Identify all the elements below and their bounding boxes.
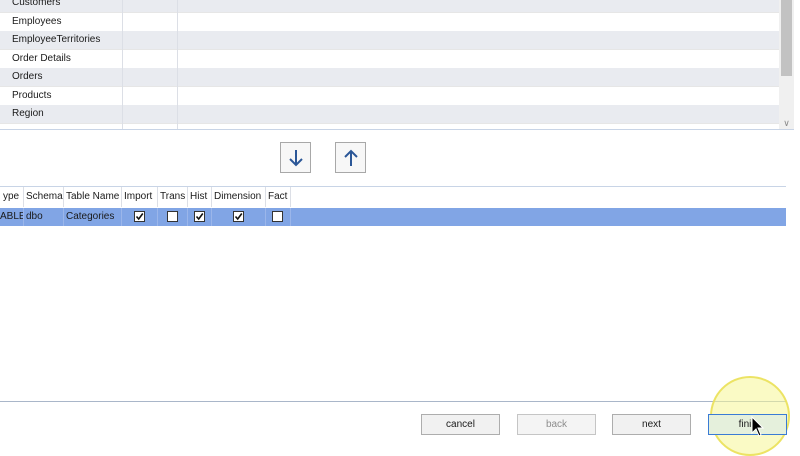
fact-checkbox[interactable]	[272, 211, 283, 222]
hist-checkbox[interactable]	[194, 211, 205, 222]
list-item[interactable]: Region	[0, 105, 779, 124]
cell-dimension	[212, 208, 266, 226]
list-item[interactable]	[0, 124, 779, 129]
cell-schema: dbo	[24, 208, 64, 226]
column-header-import[interactable]: Import	[122, 187, 158, 207]
import-checkbox[interactable]	[134, 211, 145, 222]
table-name: Region	[12, 108, 44, 119]
cell-type: ABLE	[0, 208, 24, 226]
cell-trans	[158, 208, 188, 226]
column-header-trans[interactable]: Trans	[158, 187, 188, 207]
cell-fact	[266, 208, 291, 226]
mouse-cursor-icon	[751, 416, 765, 437]
cancel-button[interactable]: cancel	[421, 414, 500, 435]
column-divider	[122, 0, 123, 129]
arrow-down-icon	[288, 149, 303, 166]
table-name: EmployeeTerritories	[12, 34, 101, 45]
list-item[interactable]: Orders	[0, 68, 779, 87]
cell-import	[122, 208, 158, 226]
column-header-table-name[interactable]: Table Name	[64, 187, 122, 207]
chevron-down-icon[interactable]: ∨	[779, 117, 794, 129]
back-button[interactable]: back	[517, 414, 596, 435]
column-divider	[177, 0, 178, 129]
table-name: Order Details	[12, 53, 71, 64]
table-name: Customers	[12, 0, 61, 8]
arrow-up-icon	[343, 149, 358, 166]
column-header-type[interactable]: ype	[0, 187, 24, 207]
table-name: Products	[12, 90, 52, 101]
dimension-checkbox[interactable]	[233, 211, 244, 222]
grid-header: ype Schema Table Name Import Trans Hist …	[0, 187, 292, 207]
selected-tables-grid[interactable]: ype Schema Table Name Import Trans Hist …	[0, 186, 786, 402]
column-header-schema[interactable]: Schema	[24, 187, 64, 207]
move-up-button[interactable]	[335, 142, 366, 173]
move-down-button[interactable]	[280, 142, 311, 173]
vertical-scrollbar[interactable]: ∨	[779, 0, 794, 129]
list-item[interactable]: Products	[0, 87, 779, 106]
column-header-hist[interactable]: Hist	[188, 187, 212, 207]
list-item[interactable]: Order Details	[0, 50, 779, 69]
list-item[interactable]: EmployeeTerritories	[0, 31, 779, 50]
cell-hist	[188, 208, 212, 226]
table-name: Orders	[12, 71, 43, 82]
list-item[interactable]: Customers	[0, 0, 779, 13]
table-row[interactable]: ABLE dbo Categories	[0, 208, 786, 226]
column-header-dimension[interactable]: Dimension	[212, 187, 266, 207]
list-item[interactable]: Employees	[0, 13, 779, 32]
next-button[interactable]: next	[612, 414, 691, 435]
finish-button[interactable]: finis	[708, 414, 787, 435]
column-header-fact[interactable]: Fact	[266, 187, 291, 207]
trans-checkbox[interactable]	[167, 211, 178, 222]
source-table-list[interactable]: Customers Employees EmployeeTerritories …	[0, 0, 794, 130]
cell-table-name: Categories	[64, 208, 122, 226]
table-name: Employees	[12, 16, 62, 27]
scrollbar-thumb[interactable]	[781, 0, 792, 76]
